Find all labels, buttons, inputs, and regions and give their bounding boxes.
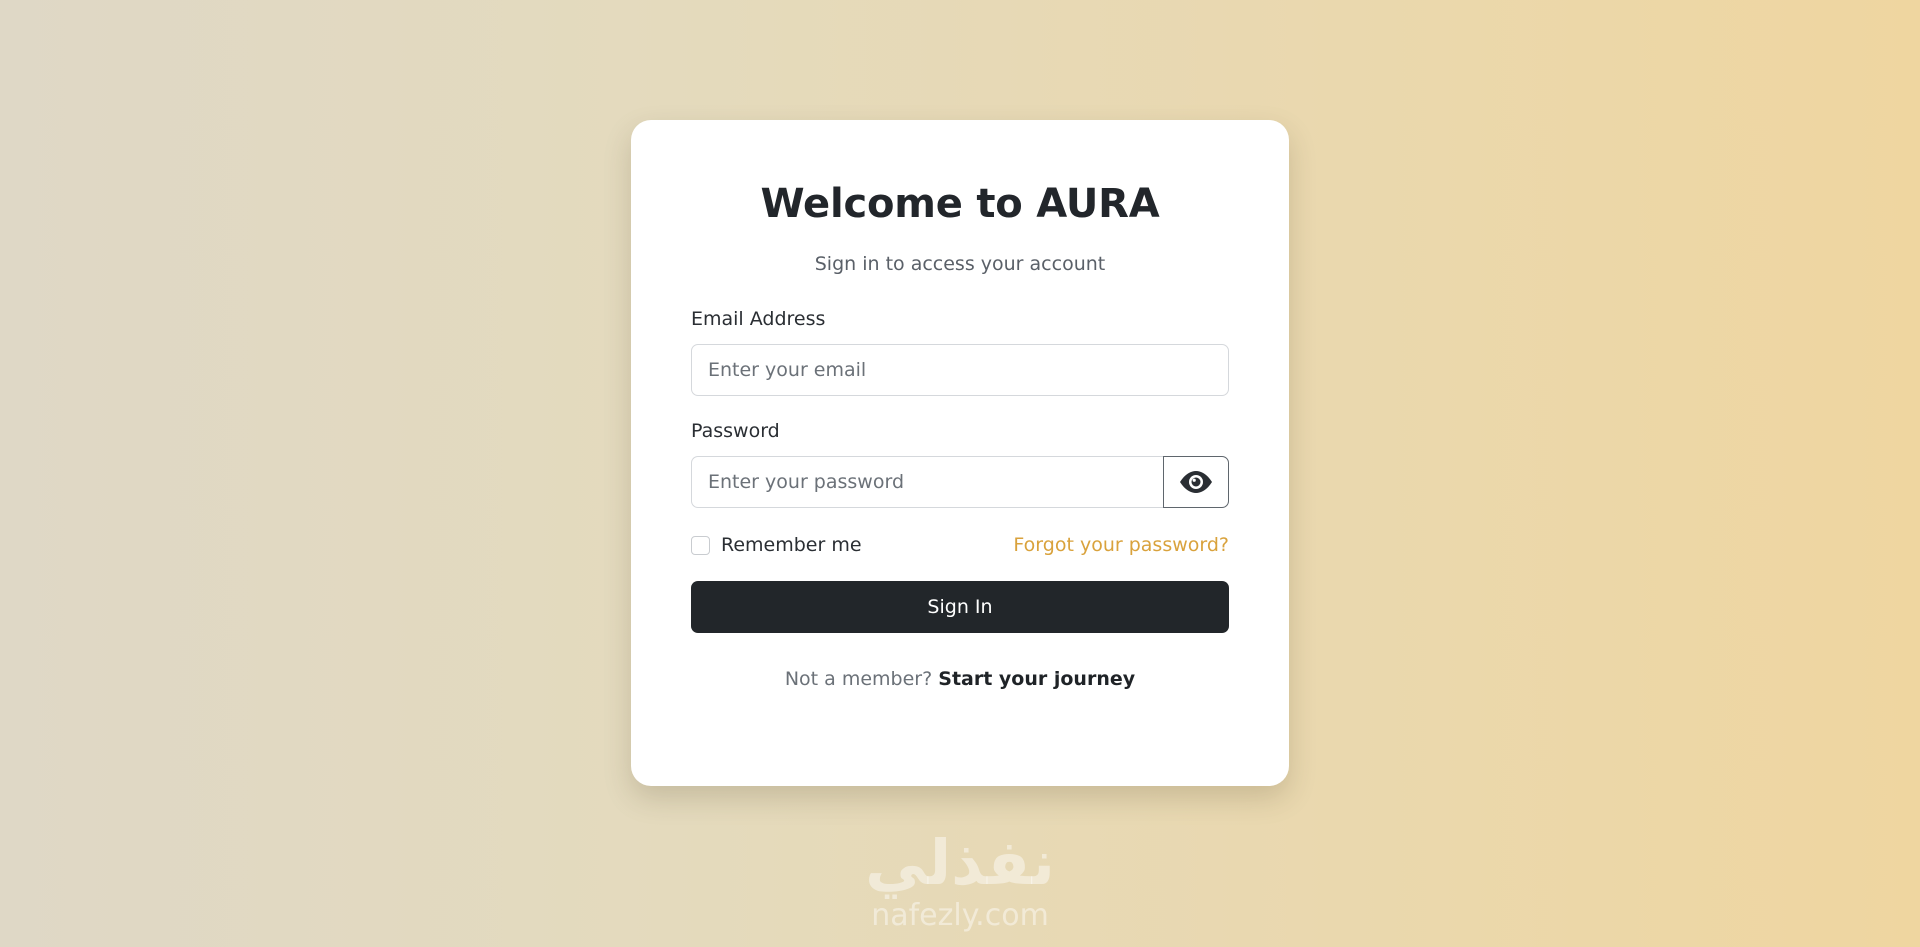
remember-label: Remember me — [721, 534, 862, 556]
remember-me[interactable]: Remember me — [691, 534, 862, 556]
watermark-latin: nafezly.com — [871, 898, 1049, 933]
page-subtitle: Sign in to access your account — [814, 253, 1106, 275]
watermark-arabic: نفذلي — [865, 826, 1055, 899]
sign-in-button[interactable]: Sign In — [691, 581, 1229, 633]
login-card: Welcome to AURA Sign in to access your a… — [631, 120, 1289, 786]
options-row: Remember me Forgot your password? — [691, 532, 1229, 558]
page-title: Welcome to AURA — [760, 181, 1160, 227]
forgot-password-link[interactable]: Forgot your password? — [1013, 534, 1229, 556]
password-group — [691, 456, 1229, 508]
password-label: Password — [691, 420, 780, 442]
remember-checkbox[interactable] — [691, 535, 710, 555]
signup-question: Not a member? — [784, 668, 933, 690]
signup-link[interactable]: Start your journey — [938, 668, 1135, 690]
toggle-password-button[interactable] — [1163, 456, 1229, 508]
password-field[interactable] — [691, 456, 1163, 508]
email-label: Email Address — [691, 308, 826, 330]
eye-icon — [1180, 471, 1212, 493]
email-field[interactable] — [691, 344, 1229, 396]
signup-prompt: Not a member? Start your journey — [691, 666, 1229, 692]
watermark-logo: نفذلي nafezly.com — [850, 828, 1070, 947]
